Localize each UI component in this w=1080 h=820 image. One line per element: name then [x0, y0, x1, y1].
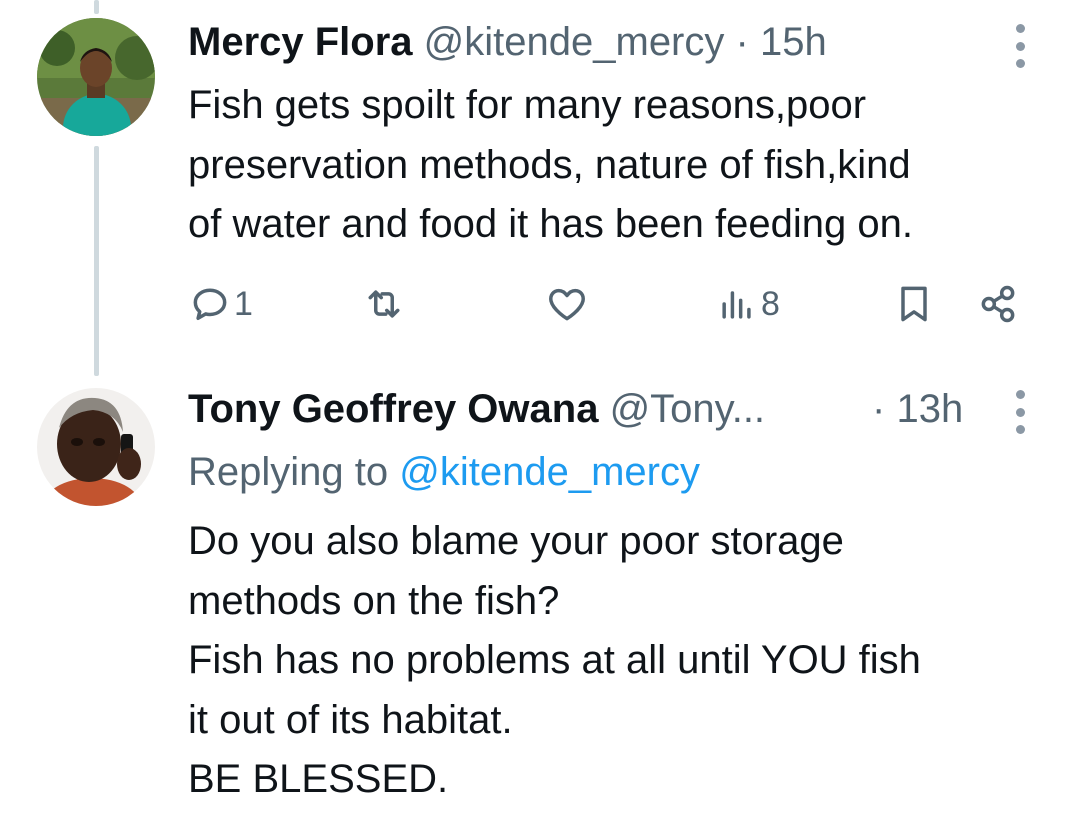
heart-icon — [549, 288, 585, 321]
tweet-text: Do you also blame your poor storage meth… — [188, 512, 1068, 810]
avatar-photo-icon — [37, 388, 155, 506]
more-dot — [1015, 24, 1025, 33]
tweet-actions: 1 8 — [188, 280, 1048, 328]
tweet-text-line: Fish gets spoilt for many reasons,poor — [188, 83, 867, 127]
tweet-text-line: Do you also blame your poor storage — [188, 519, 844, 563]
views-icon — [722, 291, 751, 319]
share-icon — [981, 285, 1015, 323]
views-button[interactable]: 8 — [715, 280, 780, 328]
thread-line-connector — [94, 146, 99, 376]
separator-dot: · — [735, 20, 749, 64]
more-options-icon[interactable] — [1010, 390, 1030, 434]
tweet-header: Mercy Flora @kitende_mercy · 15h — [188, 18, 827, 66]
more-dot — [1015, 425, 1025, 434]
timestamp[interactable]: 13h — [896, 387, 963, 431]
tweet-text-line: it out of its habitat. — [188, 697, 513, 742]
tweet-text-line: methods on the fish? — [188, 578, 560, 623]
timestamp[interactable]: 15h — [760, 20, 827, 64]
thread-line-top — [94, 0, 99, 14]
replying-to: Replying to @kitende_mercy — [188, 448, 700, 496]
tweet-text-line: of water and food it has been feeding on… — [188, 202, 913, 246]
reply-count: 1 — [234, 284, 253, 323]
tweet-text-line: BE BLESSED. — [188, 757, 449, 801]
tweet-text-line: preservation methods, nature of fish,kin… — [188, 142, 911, 187]
timestamp-group: · 13h — [872, 385, 963, 433]
more-dot — [1015, 59, 1025, 68]
author-handle[interactable]: @kitende_mercy — [424, 20, 725, 64]
retweet-button[interactable] — [362, 280, 408, 328]
reply-mention-link[interactable]: @kitende_mercy — [399, 450, 700, 494]
replying-to-label: Replying to — [188, 450, 389, 494]
more-dot — [1015, 407, 1025, 417]
bookmark-icon — [901, 286, 927, 322]
more-dot — [1015, 41, 1025, 51]
separator-dot: · — [872, 387, 886, 431]
avatar-mercy-flora[interactable] — [37, 18, 155, 136]
author-name[interactable]: Mercy Flora — [188, 20, 413, 64]
more-options-icon[interactable] — [1010, 24, 1030, 68]
share-button[interactable] — [976, 280, 1020, 328]
reply-button[interactable]: 1 — [188, 280, 253, 328]
views-count: 8 — [761, 284, 780, 323]
author-name[interactable]: Tony Geoffrey Owana — [188, 387, 598, 431]
reply-icon — [193, 288, 227, 321]
retweet-icon — [368, 290, 400, 318]
tweet-text: Fish gets spoilt for many reasons,poor p… — [188, 76, 1068, 255]
avatar-photo-icon — [37, 18, 155, 136]
author-handle[interactable]: @Tony... — [610, 387, 765, 431]
tweet-header: Tony Geoffrey Owana @Tony... — [188, 385, 765, 433]
like-button[interactable] — [545, 280, 591, 328]
bookmark-button[interactable] — [892, 280, 936, 328]
more-dot — [1015, 390, 1025, 399]
tweet-text-line: Fish has no problems at all until YOU fi… — [188, 638, 921, 682]
avatar-tony-geoffrey-owana[interactable] — [37, 388, 155, 506]
